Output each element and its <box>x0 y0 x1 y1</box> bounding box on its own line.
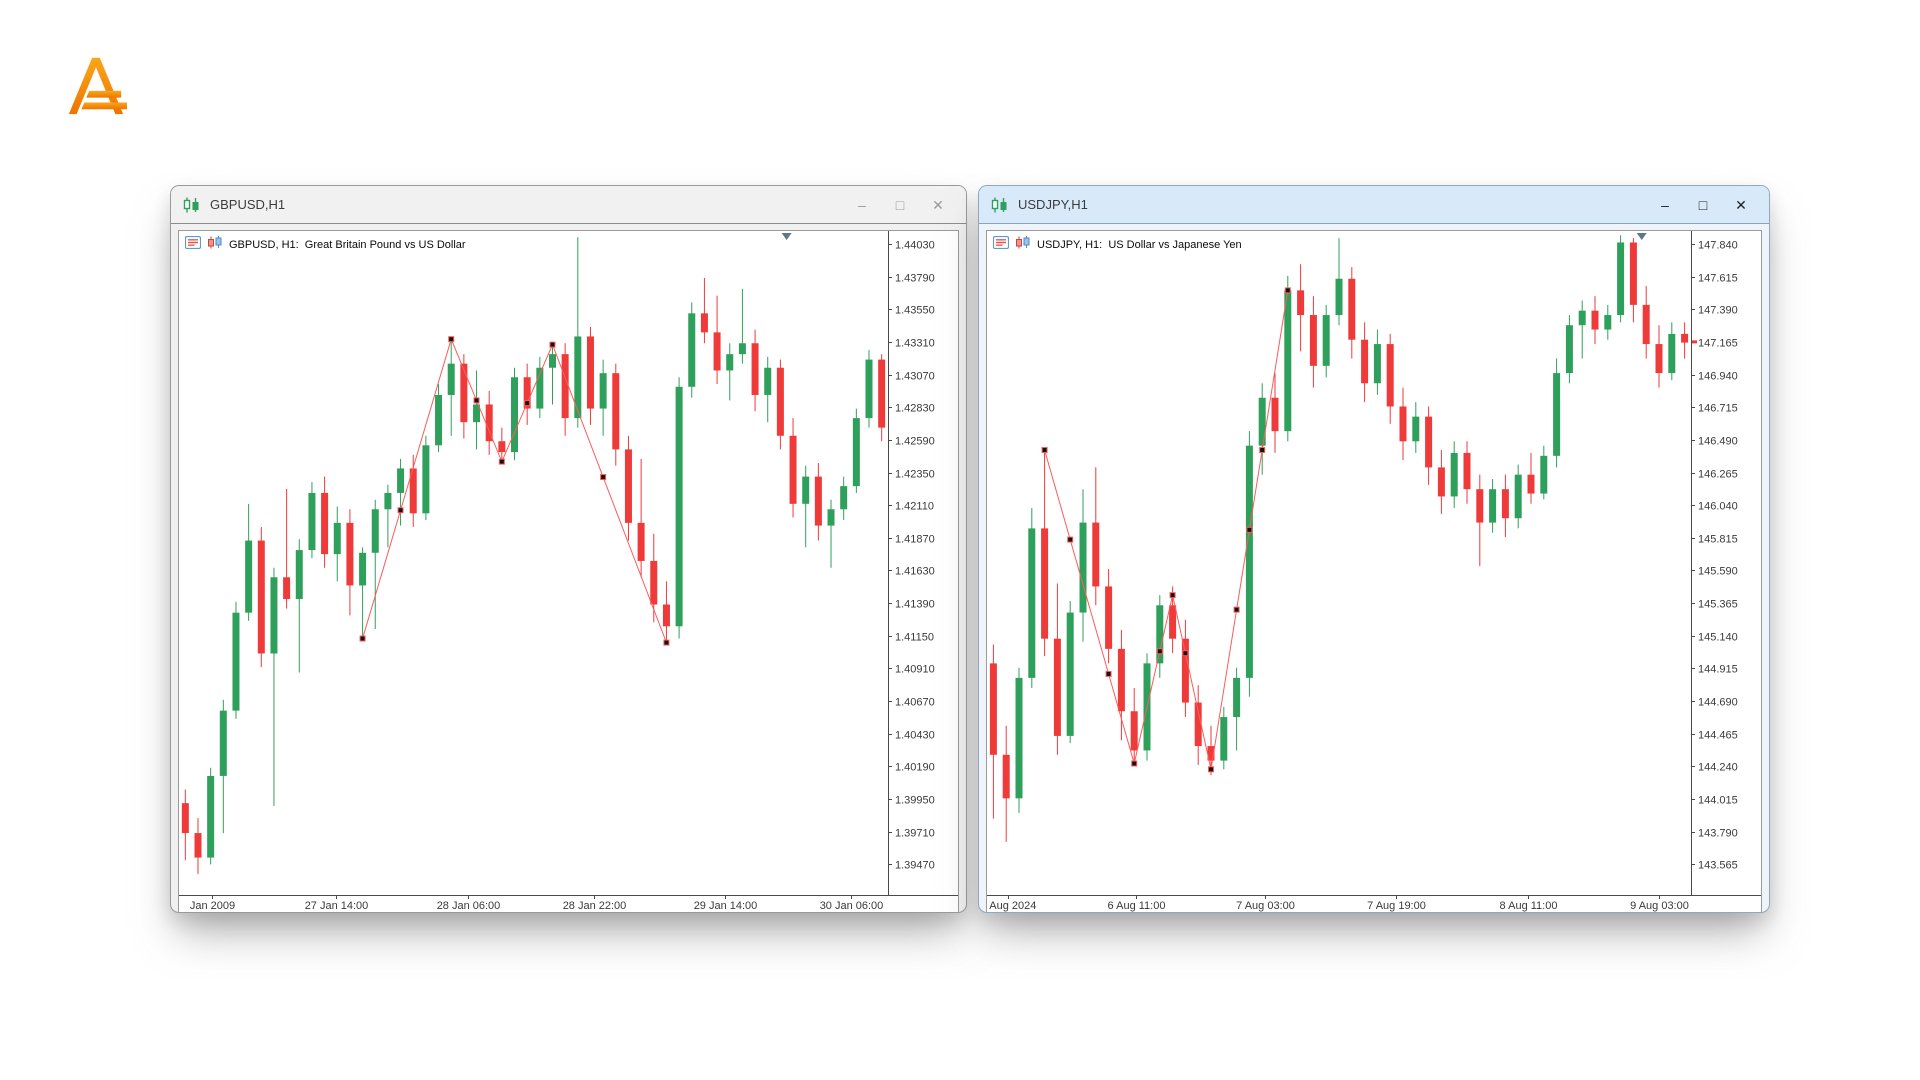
svg-text:145.140: 145.140 <box>1698 632 1738 644</box>
svg-text:Jan 2009: Jan 2009 <box>190 900 235 912</box>
window-title: USDJPY,H1 <box>1018 197 1088 212</box>
svg-text:144.915: 144.915 <box>1698 664 1738 676</box>
svg-text:1.40190: 1.40190 <box>895 762 935 774</box>
window-controls: – □ ✕ <box>846 193 954 217</box>
svg-text:147.840: 147.840 <box>1698 240 1738 252</box>
quotes-list-icon <box>993 236 1009 254</box>
svg-text:146.940: 146.940 <box>1698 371 1738 383</box>
svg-text:1.42110: 1.42110 <box>895 501 934 513</box>
svg-text:145.590: 145.590 <box>1698 566 1738 578</box>
svg-text:1.43550: 1.43550 <box>895 305 935 317</box>
svg-text:6 Aug 11:00: 6 Aug 11:00 <box>1108 900 1166 912</box>
svg-text:143.565: 143.565 <box>1698 860 1738 872</box>
svg-text:145.365: 145.365 <box>1698 599 1738 611</box>
svg-text:28 Jan 22:00: 28 Jan 22:00 <box>563 900 627 912</box>
svg-text:147.165: 147.165 <box>1698 338 1738 350</box>
svg-text:28 Jan 06:00: 28 Jan 06:00 <box>437 900 501 912</box>
svg-text:1.44030: 1.44030 <box>895 240 935 252</box>
quotes-list-icon <box>185 236 201 254</box>
svg-text:1.43070: 1.43070 <box>895 371 935 383</box>
candlestick-chart-icon <box>1015 236 1031 254</box>
candlestick-chart-gbpusd[interactable]: 1.44030 1.43790 1.43550 1.43310 1.43070 1.428… <box>179 231 958 912</box>
close-button[interactable]: ✕ <box>922 193 954 217</box>
svg-text:143.790: 143.790 <box>1698 828 1738 840</box>
svg-text:1.42590: 1.42590 <box>895 436 935 448</box>
svg-text:146.040: 146.040 <box>1698 501 1738 513</box>
candlestick-chart-usdjpy[interactable]: 147.840 147.615 147.390 147.165 146.940 146.7… <box>987 231 1761 912</box>
svg-text:9 Aug 03:00: 9 Aug 03:00 <box>1630 900 1689 912</box>
svg-text:5 Aug 2024: 5 Aug 2024 <box>987 900 1036 912</box>
window-title: GBPUSD,H1 <box>210 197 285 212</box>
svg-text:27 Jan 14:00: 27 Jan 14:00 <box>305 900 369 912</box>
chart-header: GBPUSD, H1: Great Britain Pound vs US Do… <box>185 236 466 254</box>
svg-text:147.390: 147.390 <box>1698 305 1738 317</box>
svg-text:1.43790: 1.43790 <box>895 273 935 285</box>
svg-text:144.015: 144.015 <box>1698 795 1738 807</box>
svg-text:29 Jan 14:00: 29 Jan 14:00 <box>694 900 758 912</box>
window-controls: – □ ✕ <box>1649 193 1757 217</box>
svg-text:1.40910: 1.40910 <box>895 664 935 676</box>
svg-text:1.39470: 1.39470 <box>895 860 935 872</box>
chart-window-gbpusd: GBPUSD,H1 – □ ✕ 1.440301.437901.435501.4… <box>170 185 967 913</box>
svg-text:1.40430: 1.40430 <box>895 730 935 742</box>
svg-text:146.715: 146.715 <box>1698 403 1738 415</box>
candlestick-window-icon <box>183 197 201 213</box>
candlestick-window-icon <box>991 197 1009 213</box>
svg-text:1.39950: 1.39950 <box>895 795 935 807</box>
svg-text:1.39710: 1.39710 <box>895 828 935 840</box>
svg-text:30 Jan 06:00: 30 Jan 06:00 <box>820 900 884 912</box>
svg-text:144.465: 144.465 <box>1698 730 1738 742</box>
svg-text:1.41390: 1.41390 <box>895 599 935 611</box>
svg-text:146.265: 146.265 <box>1698 469 1738 481</box>
svg-text:1.41870: 1.41870 <box>895 534 935 546</box>
svg-text:1.41150: 1.41150 <box>895 632 934 644</box>
chart-window-usdjpy: USDJPY,H1 – □ ✕ 147.840147.615147.390147… <box>978 185 1770 913</box>
svg-text:145.815: 145.815 <box>1698 534 1738 546</box>
svg-text:1.43310: 1.43310 <box>895 338 935 350</box>
chart-panel: 1.44030 1.43790 1.43550 1.43310 1.43070 1.428… <box>178 230 959 912</box>
broker-logo <box>63 55 127 115</box>
chart-header: USDJPY, H1: US Dollar vs Japanese Yen <box>993 236 1242 254</box>
candlestick-chart-icon <box>207 236 223 254</box>
svg-text:7 Aug 19:00: 7 Aug 19:00 <box>1367 900 1426 912</box>
svg-text:144.690: 144.690 <box>1698 697 1738 709</box>
maximize-button[interactable]: □ <box>884 193 916 217</box>
maximize-button[interactable]: □ <box>1687 193 1719 217</box>
chart-panel: 147.840 147.615 147.390 147.165 146.940 146.7… <box>986 230 1762 912</box>
svg-text:146.490: 146.490 <box>1698 436 1738 448</box>
broker-logo-a-icon <box>63 55 127 115</box>
minimize-button[interactable]: – <box>846 193 878 217</box>
close-button[interactable]: ✕ <box>1725 193 1757 217</box>
svg-text:1.42350: 1.42350 <box>895 469 935 481</box>
svg-text:147.615: 147.615 <box>1698 273 1738 285</box>
svg-text:144.240: 144.240 <box>1698 762 1738 774</box>
window-titlebar[interactable]: GBPUSD,H1 – □ ✕ <box>171 186 966 224</box>
minimize-button[interactable]: – <box>1649 193 1681 217</box>
window-titlebar[interactable]: USDJPY,H1 – □ ✕ <box>979 186 1769 224</box>
svg-text:8 Aug 11:00: 8 Aug 11:00 <box>1500 900 1558 912</box>
chart-header-label: USDJPY, H1: US Dollar vs Japanese Yen <box>1037 239 1242 251</box>
svg-text:1.41630: 1.41630 <box>895 566 935 578</box>
svg-text:1.40670: 1.40670 <box>895 697 935 709</box>
chart-header-label: GBPUSD, H1: Great Britain Pound vs US Do… <box>229 239 466 251</box>
svg-text:1.42830: 1.42830 <box>895 403 935 415</box>
svg-text:7 Aug 03:00: 7 Aug 03:00 <box>1236 900 1295 912</box>
